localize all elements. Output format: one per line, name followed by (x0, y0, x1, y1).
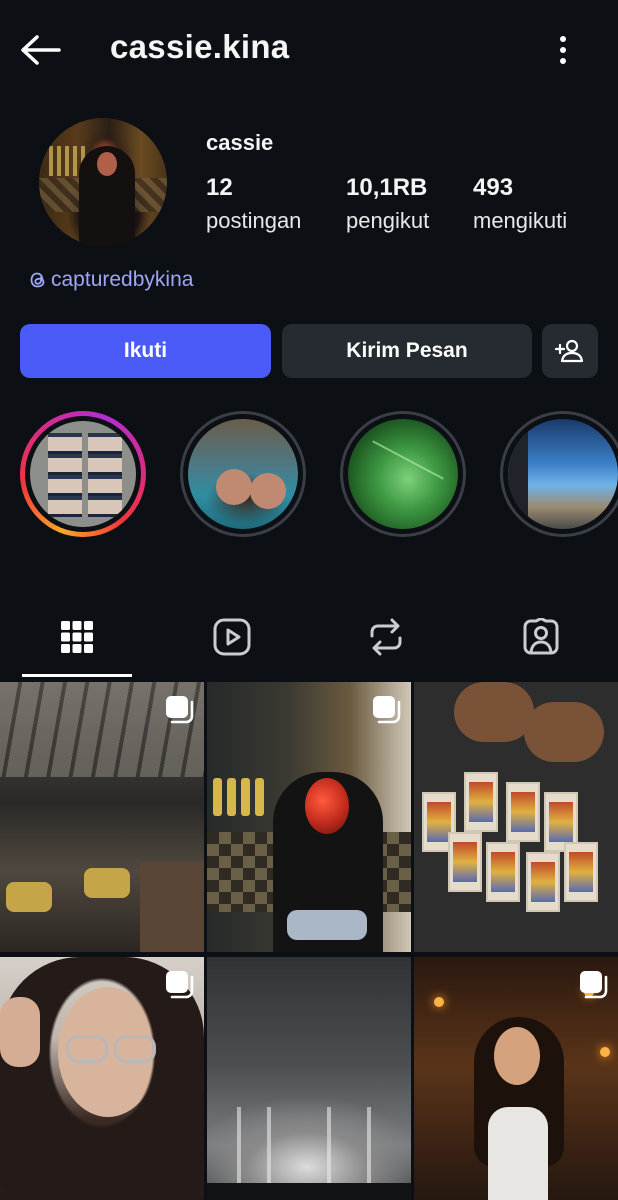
profile-header: cassie.kina (0, 0, 618, 100)
tagged-icon (523, 618, 559, 655)
highlight-cover-image (508, 419, 618, 529)
story-highlight[interactable] (500, 411, 618, 537)
threads-link[interactable]: capturedbykina (28, 268, 193, 292)
more-vertical-icon (560, 36, 566, 64)
multiple-photos-icon (166, 971, 194, 999)
threads-handle: capturedbykina (51, 268, 194, 291)
highlight-cover-image (188, 419, 298, 529)
stat-following-label[interactable]: mengikuti (473, 208, 567, 234)
tab-reels[interactable] (200, 612, 264, 662)
multiple-photos-icon (580, 971, 608, 999)
tab-tagged[interactable] (509, 612, 573, 662)
post-thumbnail[interactable] (0, 682, 204, 952)
multiple-photos-icon (166, 696, 194, 724)
highlight-cover-image (30, 421, 136, 527)
stat-posts-count[interactable]: 12 (206, 174, 233, 202)
more-options-button[interactable] (546, 30, 580, 70)
profile-username: cassie.kina (110, 28, 290, 65)
post-thumbnail[interactable] (414, 682, 618, 952)
follow-button[interactable]: Ikuti (20, 324, 271, 378)
repost-icon (370, 618, 402, 656)
add-person-icon (555, 339, 584, 363)
post-thumbnail[interactable] (207, 957, 411, 1200)
stat-followers-label[interactable]: pengikut (346, 208, 429, 234)
stat-posts-label[interactable]: postingan (206, 208, 301, 234)
tab-posts-grid[interactable] (45, 612, 109, 662)
story-highlight[interactable] (340, 411, 466, 537)
profile-display-name: cassie (206, 130, 274, 155)
story-highlight[interactable] (20, 411, 146, 537)
highlight-cover-image (348, 419, 458, 529)
post-thumbnail[interactable] (414, 957, 618, 1200)
message-button[interactable]: Kirim Pesan (282, 324, 532, 378)
tab-reposts[interactable] (354, 612, 418, 662)
stat-followers-count[interactable]: 10,1RB (346, 174, 427, 202)
threads-icon (30, 272, 45, 288)
active-tab-indicator (22, 674, 132, 677)
back-button[interactable] (18, 30, 62, 70)
arrow-left-icon (21, 35, 61, 65)
grid-icon (61, 621, 93, 653)
suggested-accounts-button[interactable] (542, 324, 598, 378)
post-thumbnail[interactable] (207, 682, 411, 952)
post-thumbnail[interactable] (0, 957, 204, 1200)
stat-following-count[interactable]: 493 (473, 174, 513, 202)
multiple-photos-icon (373, 696, 401, 724)
profile-avatar[interactable] (39, 118, 167, 246)
story-highlight[interactable] (180, 411, 306, 537)
reels-icon (213, 618, 251, 656)
